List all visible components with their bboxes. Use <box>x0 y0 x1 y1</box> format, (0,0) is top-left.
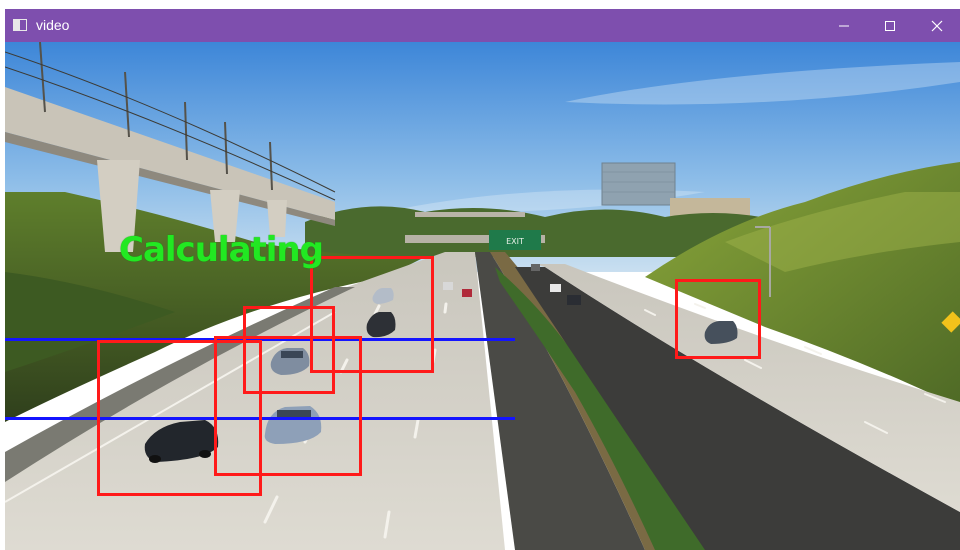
window-title: video <box>36 17 70 33</box>
maximize-button[interactable] <box>867 9 913 42</box>
status-overlay-text: Calculating <box>119 230 324 270</box>
window-icon <box>13 19 27 31</box>
close-icon <box>931 20 943 31</box>
car <box>550 284 561 292</box>
title-bar[interactable]: video <box>5 9 960 42</box>
distant-building <box>602 163 675 205</box>
maximize-icon <box>885 20 895 31</box>
minimize-button[interactable] <box>821 9 867 42</box>
minimize-icon <box>839 25 849 26</box>
car <box>531 264 540 271</box>
detection-box <box>675 279 761 359</box>
video-window: video EXIT Calculating <box>5 9 960 550</box>
video-frame: EXIT Calculating <box>5 42 960 550</box>
highway-sign-text: EXIT <box>506 237 524 246</box>
detection-box <box>214 336 362 476</box>
distant-overpass <box>415 212 525 217</box>
car <box>443 282 453 290</box>
close-button[interactable] <box>914 9 960 42</box>
car <box>462 289 472 297</box>
car <box>567 295 581 305</box>
